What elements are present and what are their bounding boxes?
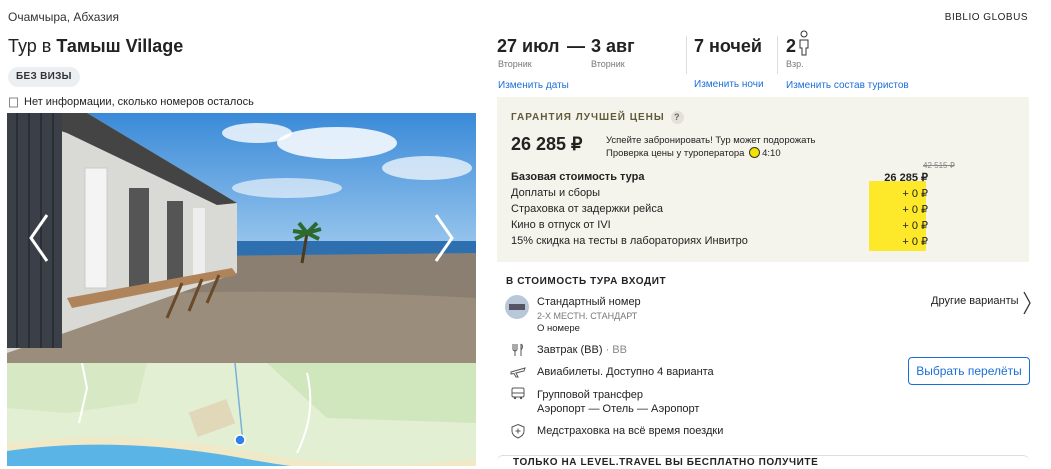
change-nights-link[interactable]: Изменить ночи (694, 79, 764, 90)
price-row-value: + 0 ₽ (902, 236, 928, 248)
location-text: Очамчыра, Абхазия (8, 10, 119, 24)
other-variants-link[interactable]: Другие варианты (931, 295, 1019, 307)
page-title: Тур в Тамыш Village (8, 36, 183, 57)
bonus-title: ТОЛЬКО НА LEVEL.TRAVEL ВЫ БЕСПЛАТНО ПОЛУ… (510, 457, 822, 468)
hurry-line-2: Проверка цены у туроператора (606, 148, 745, 159)
visa-badge: БЕЗ ВИЗЫ (8, 67, 80, 87)
price-row-value: + 0 ₽ (902, 220, 928, 232)
bus-icon (511, 387, 525, 400)
hotel-photo (7, 113, 476, 363)
price-row-value: 26 285 ₽ (884, 172, 928, 184)
start-date: 27 июл (497, 36, 560, 56)
included-title: В СТОИМОСТЬ ТУРА ВХОДИТ (506, 276, 667, 287)
meal-info: Завтрак (BB) · BB (537, 344, 627, 356)
price-row-label: Базовая стоимость тура (511, 171, 645, 183)
price-guarantee-box: ГАРАНТИЯ ЛУЧШЕЙ ЦЕНЫ ? 26 285 ₽ Успейте … (497, 97, 1029, 262)
price-row: Кино в отпуск от IVI + 0 ₽ (511, 219, 928, 232)
start-weekday: Вторник (498, 59, 532, 69)
choose-flights-button[interactable]: Выбрать перелёты (908, 357, 1030, 385)
operator-name: BIBLIO GLOBUS (944, 12, 1028, 23)
hurry-message: Успейте забронировать! Тур может подорож… (606, 134, 816, 160)
photo-prev-arrow[interactable] (25, 213, 55, 263)
hotel-map[interactable] (7, 363, 476, 466)
price-row: Базовая стоимость тура 26 285 ₽ (511, 171, 928, 184)
room-type: 2-Х МЕСТН. СТАНДАРТ (537, 311, 638, 321)
chevron-right-icon[interactable] (1022, 290, 1032, 316)
divider (686, 36, 687, 74)
room-thumbnail[interactable] (505, 295, 529, 319)
meal-icon (512, 343, 523, 356)
clock-icon (749, 147, 761, 158)
price-check-timer: 4:10 (762, 148, 781, 159)
price-row: Страховка от задержки рейса + 0 ₽ (511, 203, 928, 216)
price-row-label: Страховка от задержки рейса (511, 203, 663, 215)
guarantee-title-text: ГАРАНТИЯ ЛУЧШЕЙ ЦЕНЫ (511, 112, 665, 123)
change-tourists-link[interactable]: Изменить состав туристов (786, 80, 909, 91)
flights-info: Авиабилеты. Доступно 4 варианта (537, 366, 714, 378)
guarantee-title: ГАРАНТИЯ ЛУЧШЕЙ ЦЕНЫ ? (511, 111, 684, 124)
room-name: Стандартный номер (537, 296, 641, 308)
hotel-name: Тамыш Village (56, 36, 184, 56)
end-date: 3 авг (591, 36, 635, 56)
change-dates-link[interactable]: Изменить даты (498, 80, 569, 91)
dates-dash: — (567, 36, 585, 56)
total-price: 26 285 ₽ (511, 134, 583, 154)
divider (777, 36, 778, 74)
meal-name: Завтрак (BB) (537, 344, 603, 356)
shield-icon (511, 423, 525, 439)
transfer-type: Групповой трансфер (537, 389, 644, 401)
rooms-info: Нет информации, сколько номеров осталось (8, 96, 254, 108)
person-icon (799, 30, 809, 56)
price-row: 15% скидка на тесты в лабораториях Инвит… (511, 235, 928, 248)
title-prefix: Тур в (8, 36, 57, 56)
price-row-label: 15% скидка на тесты в лабораториях Инвит… (511, 235, 748, 247)
meal-code: · BB (605, 344, 627, 356)
adults-label: Взр. (786, 59, 804, 69)
end-weekday: Вторник (591, 59, 625, 69)
plane-icon (510, 367, 526, 378)
price-row-label: Кино в отпуск от IVI (511, 219, 611, 231)
help-icon[interactable]: ? (670, 111, 684, 124)
price-row-label: Доплаты и сборы (511, 187, 601, 199)
nights-count: 7 ночей (694, 36, 762, 56)
hurry-line-1: Успейте забронировать! Тур может подорож… (606, 135, 816, 146)
insurance-info: Медстраховка на всё время поездки (537, 425, 724, 437)
bookmark-icon (9, 97, 18, 107)
adults-count: 2 (786, 36, 797, 56)
price-row-value: + 0 ₽ (902, 188, 928, 200)
about-room-link[interactable]: О номере (537, 323, 580, 334)
rooms-info-text: Нет информации, сколько номеров осталось (24, 96, 254, 108)
price-row-value: + 0 ₽ (902, 204, 928, 216)
transfer-route: Аэропорт — Отель — Аэропорт (537, 403, 700, 415)
price-row: Доплаты и сборы + 0 ₽ (511, 187, 928, 200)
photo-next-arrow[interactable] (428, 213, 458, 263)
old-price: 42 515 ₽ (923, 161, 955, 170)
